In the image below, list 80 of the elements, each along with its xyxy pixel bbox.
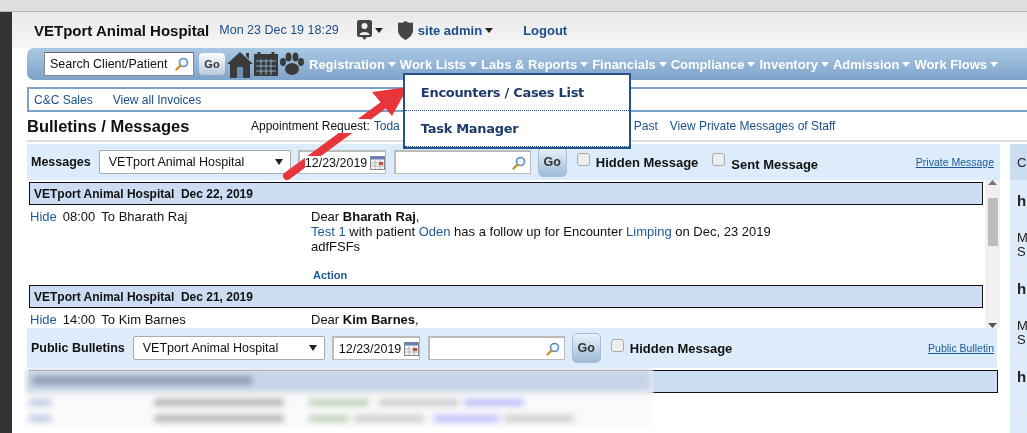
house-icon[interactable]: [227, 50, 253, 78]
search-field[interactable]: [427, 336, 565, 360]
toolbar-link[interactable]: Private Message: [915, 156, 994, 168]
date-field[interactable]: 12/23/2019: [297, 150, 386, 174]
hide-link[interactable]: Hide: [30, 209, 57, 283]
subnav-link[interactable]: C&C Sales: [34, 92, 93, 107]
message-text: Test 1 with patient Oden has a follow up for Encounter Limping on Dec, 23 2019: [311, 224, 771, 239]
logout-link[interactable]: Logout: [523, 22, 568, 38]
caret-icon: [747, 61, 756, 67]
message-recipient: To Kim Barnes: [101, 312, 186, 327]
toolbar-link[interactable]: Public Bulletin: [928, 342, 994, 354]
appointment-link[interactable]: Past: [633, 119, 658, 133]
checkbox[interactable]: [576, 152, 590, 166]
message-note: adfFSFs: [311, 239, 362, 254]
menu-item[interactable]: Encounters / Cases List: [404, 75, 629, 111]
page-title: Bulletins / Messages: [27, 116, 191, 136]
group-header: VETport Animal Hospital Dec 21, 2019: [29, 285, 983, 308]
location-select[interactable]: VETport Animal Hospital: [132, 336, 325, 360]
calendar-icon: [404, 341, 420, 356]
user-icon[interactable]: [356, 20, 372, 40]
search-icon: [511, 155, 526, 170]
group-header: VETport Animal Hospital Dec 22, 2019: [29, 182, 983, 205]
subnav-link[interactable]: View all Invoices: [112, 92, 202, 107]
caret-icon: [469, 61, 478, 67]
appointment-label: Appointment Request:: [251, 119, 370, 133]
caret-icon: [274, 159, 283, 165]
calendar-icon[interactable]: [254, 52, 278, 76]
search-icon: [175, 57, 189, 71]
scroll-thumb[interactable]: [988, 198, 998, 246]
user-menu[interactable]: site admin: [417, 22, 494, 38]
date-time: Mon 23 Dec 19 18:29: [219, 23, 339, 37]
checkbox[interactable]: [712, 152, 726, 166]
caret-icon: [990, 61, 999, 67]
go-button[interactable]: Go: [571, 333, 601, 363]
panel-item-text: M: [1017, 231, 1027, 245]
caret-icon: [658, 61, 667, 67]
message-link[interactable]: Limping: [626, 224, 672, 239]
action-link[interactable]: Action: [313, 268, 771, 283]
message-time: 08:00: [62, 209, 96, 226]
panel-item-text: M: [1017, 319, 1027, 333]
toolbar-label: Public Bulletins: [31, 341, 125, 355]
go-button[interactable]: Go: [537, 147, 567, 177]
search-field[interactable]: [393, 150, 531, 174]
go-button[interactable]: Go: [199, 53, 225, 75]
message-greeting: Dear Kim Barnes,: [311, 312, 419, 327]
search-icon: [545, 341, 560, 356]
caret-icon: [820, 61, 829, 67]
calendar-icon: [370, 155, 386, 170]
message-time: 14:00: [62, 312, 96, 327]
message-link[interactable]: Test 1: [311, 224, 346, 239]
appointment-link[interactable]: Toda: [373, 119, 400, 133]
panel-header: C: [1010, 144, 1027, 180]
panel-item-text: S: [1017, 333, 1027, 347]
date-field[interactable]: 12/23/2019: [331, 336, 420, 360]
panel-item-text: S: [1017, 245, 1027, 259]
caret-icon: [580, 61, 589, 67]
panel-item-title: h: [1017, 368, 1027, 385]
location-select[interactable]: VETport Animal Hospital: [98, 150, 291, 174]
caret-icon: [374, 27, 383, 33]
message-recipient: To Bharath Raj: [101, 209, 188, 226]
shield-icon: [396, 20, 414, 40]
caret-icon: [902, 61, 911, 67]
checkbox-label: Hidden Message: [629, 340, 733, 356]
paw-icon[interactable]: [279, 52, 305, 76]
menu-item[interactable]: Task Manager: [404, 111, 629, 147]
hospital-name: VETport Animal Hospital: [34, 21, 210, 39]
appointment-link[interactable]: View Private Messages of Staff: [669, 119, 836, 133]
panel-item-title: h: [1017, 280, 1027, 297]
search-field[interactable]: Search Client/Patient: [44, 52, 194, 76]
toolbar-label: Messages: [31, 155, 91, 169]
message-greeting: Dear Bharath Raj,: [311, 209, 421, 224]
caret-icon: [485, 27, 494, 33]
panel-item-title: h: [1017, 192, 1027, 209]
checkbox-label: Hidden Message: [595, 154, 699, 170]
checkbox-label: Sent Message: [731, 156, 819, 172]
caret-icon: [308, 345, 317, 351]
message-link[interactable]: Oden: [418, 224, 451, 239]
caret-icon: [387, 61, 396, 67]
hide-link[interactable]: Hide: [30, 312, 57, 327]
checkbox[interactable]: [610, 338, 624, 352]
